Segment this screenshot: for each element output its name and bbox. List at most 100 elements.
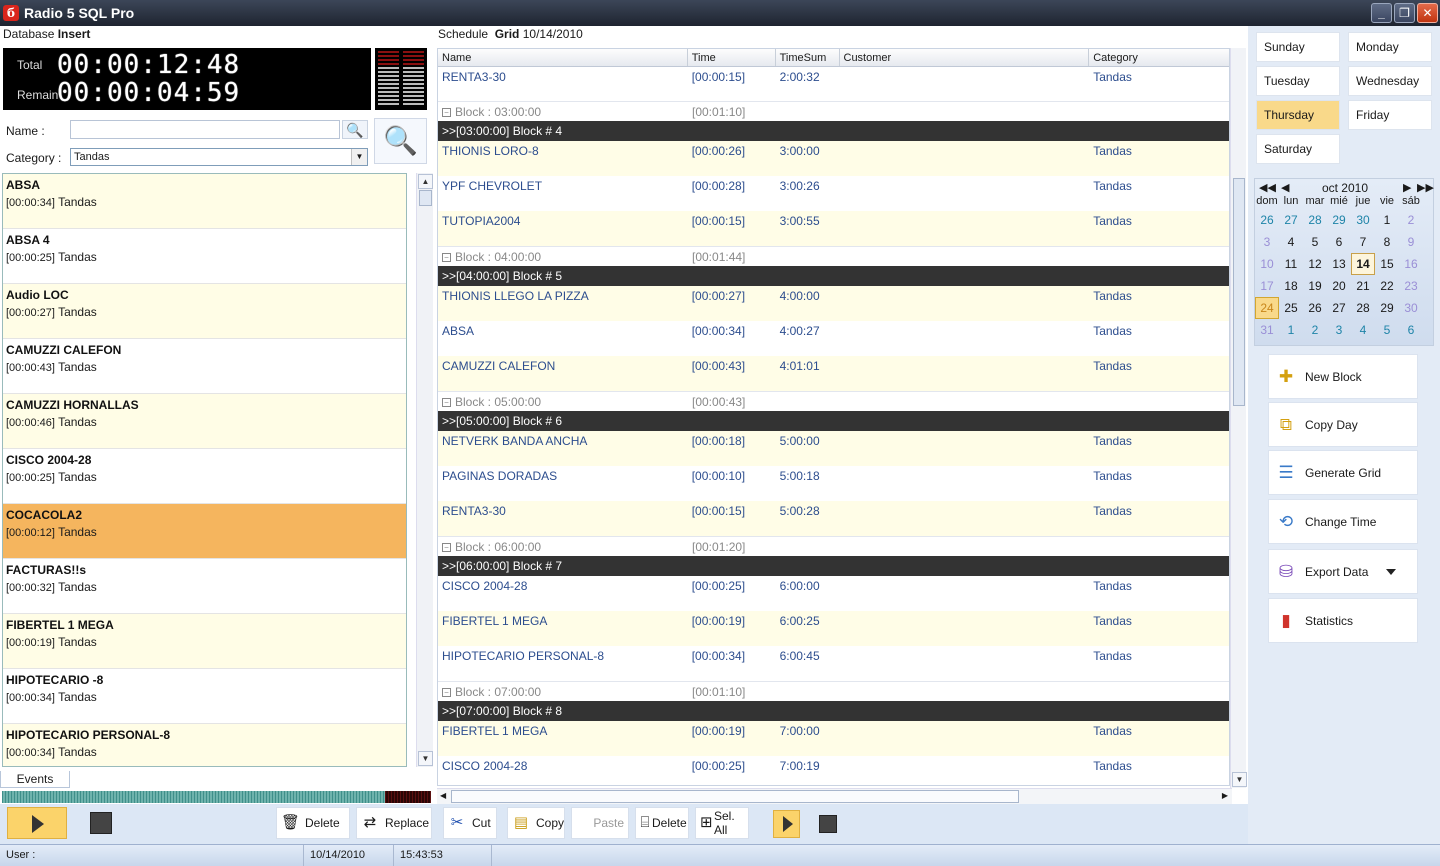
day-tuesday[interactable]: Tuesday	[1256, 66, 1340, 96]
calendar-day[interactable]: 30	[1351, 209, 1375, 231]
col-header-customer[interactable]: Customer	[840, 49, 1090, 66]
calendar-day[interactable]: 12	[1303, 253, 1327, 275]
calendar-day[interactable]: 28	[1351, 297, 1375, 319]
calendar-day[interactable]: 6	[1399, 319, 1423, 341]
scroll-thumb[interactable]	[1233, 178, 1245, 406]
export-data-button[interactable]: ⛁ Export Data	[1268, 549, 1418, 594]
day-sunday[interactable]: Sunday	[1256, 32, 1340, 62]
collapse-icon[interactable]: −	[442, 688, 451, 698]
name-search-input[interactable]	[70, 120, 340, 139]
next-month-icon[interactable]: ▶	[1403, 181, 1411, 194]
day-thursday[interactable]: Thursday	[1256, 100, 1340, 130]
list-item[interactable]: FACTURAS!!s [00:00:32] Tandas	[3, 559, 406, 614]
calendar-day[interactable]: 26	[1303, 297, 1327, 319]
calendar-day[interactable]: 25	[1279, 297, 1303, 319]
calendar-day[interactable]: 29	[1375, 297, 1399, 319]
restore-button[interactable]: ❐	[1394, 3, 1415, 23]
calendar-day[interactable]: 3	[1327, 319, 1351, 341]
search-icon[interactable]: 🔍	[342, 120, 368, 139]
calendar-day[interactable]: 10	[1255, 253, 1279, 275]
scroll-down-icon[interactable]: ▼	[1232, 772, 1247, 787]
col-header-category[interactable]: Category	[1089, 49, 1229, 66]
col-header-time[interactable]: Time	[688, 49, 776, 66]
event-list-scrollbar[interactable]: ▲ ▼	[416, 173, 433, 767]
list-item[interactable]: ABSA 4 [00:00:25] Tandas	[3, 229, 406, 284]
calendar-day[interactable]: 30	[1399, 297, 1423, 319]
grid-vertical-scrollbar[interactable]: ▼	[1230, 48, 1247, 788]
select-all-button[interactable]: ⊞ Sel. All	[695, 807, 749, 839]
block-header[interactable]: >>[04:00:00] Block # 5	[438, 266, 1229, 286]
search-button[interactable]: 🔍	[374, 118, 427, 164]
calendar-day[interactable]: 22	[1375, 275, 1399, 297]
tab-events[interactable]: Events	[0, 771, 70, 788]
minimize-button[interactable]: _	[1371, 3, 1392, 23]
calendar-day[interactable]: 18	[1279, 275, 1303, 297]
calendar-day[interactable]: 2	[1399, 209, 1423, 231]
table-row[interactable]: RENTA3-30 [00:00:15] 2:00:32 Tandas	[438, 67, 1229, 101]
table-row[interactable]: YPF CHEVROLET [00:00:28] 3:00:26 Tandas	[438, 176, 1229, 211]
calendar-day[interactable]: 31	[1255, 319, 1279, 341]
day-wednesday[interactable]: Wednesday	[1348, 66, 1432, 96]
calendar-day[interactable]: 16	[1399, 253, 1423, 275]
stop-button[interactable]	[90, 812, 112, 834]
calendar-day[interactable]: 23	[1399, 275, 1423, 297]
generate-grid-button[interactable]: ☰ Generate Grid	[1268, 450, 1418, 495]
table-row[interactable]: PAGINAS DORADAS [00:00:10] 5:00:18 Tandas	[438, 466, 1229, 501]
calendar-day[interactable]: 9	[1399, 231, 1423, 253]
category-select[interactable]: Tandas ▼	[70, 148, 368, 166]
scroll-left-icon[interactable]: ◀	[440, 791, 446, 800]
collapse-icon[interactable]: −	[442, 543, 451, 553]
calendar-day[interactable]: 28	[1303, 209, 1327, 231]
calendar-day[interactable]: 19	[1303, 275, 1327, 297]
calendar-day[interactable]: 13	[1327, 253, 1351, 275]
table-row[interactable]: CISCO 2004-28 [00:00:25] 6:00:00 Tandas	[438, 576, 1229, 611]
table-row[interactable]: NETVERK BANDA ANCHA [00:00:18] 5:00:00 Tand…	[438, 431, 1229, 466]
copy-button[interactable]: ▤ Copy	[507, 807, 565, 839]
paste-button[interactable]: Paste	[571, 807, 629, 839]
table-row[interactable]: FIBERTEL 1 MEGA [00:00:19] 6:00:25 Tandas	[438, 611, 1229, 646]
list-item[interactable]: CAMUZZI HORNALLAS [00:00:46] Tandas	[3, 394, 406, 449]
calendar-day[interactable]: 17	[1255, 275, 1279, 297]
table-row[interactable]: FIBERTEL 1 MEGA [00:00:19] 7:00:00 Tandas	[438, 721, 1229, 756]
scroll-right-icon[interactable]: ▶	[1222, 791, 1228, 800]
list-item[interactable]: HIPOTECARIO -8 [00:00:34] Tandas	[3, 669, 406, 724]
play-button[interactable]	[773, 810, 800, 838]
play-button[interactable]	[7, 807, 67, 839]
day-saturday[interactable]: Saturday	[1256, 134, 1340, 164]
block-footer[interactable]: − Block : 03:00:00 [00:01:10]	[438, 101, 1229, 121]
calendar-day[interactable]: 26	[1255, 209, 1279, 231]
block-footer[interactable]: − Block : 07:00:00 [00:01:10]	[438, 681, 1229, 701]
calendar-day[interactable]: 2	[1303, 319, 1327, 341]
calendar-day[interactable]: 6	[1327, 231, 1351, 253]
table-row[interactable]: CISCO 2004-28 [00:00:25] 7:00:19 Tandas	[438, 756, 1229, 785]
table-row[interactable]: THIONIS LORO-8 [00:00:26] 3:00:00 Tandas	[438, 141, 1229, 176]
calendar-day[interactable]: 27	[1327, 297, 1351, 319]
list-item-selected[interactable]: COCACOLA2 [00:00:12] Tandas	[3, 504, 406, 559]
chevron-down-icon[interactable]	[1386, 568, 1397, 575]
calendar-day[interactable]: 5	[1375, 319, 1399, 341]
calendar-day-marked[interactable]: 24	[1255, 297, 1279, 319]
table-row[interactable]: TUTOPIA2004 [00:00:15] 3:00:55 Tandas	[438, 211, 1229, 246]
scroll-up-icon[interactable]: ▲	[418, 174, 433, 189]
block-header[interactable]: >>[05:00:00] Block # 6	[438, 411, 1229, 431]
calendar-day[interactable]: 3	[1255, 231, 1279, 253]
delete-item-button[interactable]: ⌸ Delete	[635, 807, 689, 839]
scroll-down-icon[interactable]: ▼	[418, 751, 433, 766]
table-row[interactable]: RENTA3-30 [00:00:15] 5:00:28 Tandas	[438, 501, 1229, 536]
delete-event-button[interactable]: 🗑 Delete	[276, 807, 350, 839]
calendar-day[interactable]: 21	[1351, 275, 1375, 297]
col-header-name[interactable]: Name	[438, 49, 688, 66]
new-block-button[interactable]: ✚ New Block	[1268, 354, 1418, 399]
calendar-day[interactable]: 20	[1327, 275, 1351, 297]
table-row[interactable]: ABSA [00:00:34] 4:00:27 Tandas	[438, 321, 1229, 356]
calendar-day[interactable]: 8	[1375, 231, 1399, 253]
statistics-button[interactable]: ▮ Statistics	[1268, 598, 1418, 643]
calendar-day[interactable]: 11	[1279, 253, 1303, 275]
calendar-day[interactable]: 4	[1279, 231, 1303, 253]
list-item[interactable]: CAMUZZI CALEFON [00:00:43] Tandas	[3, 339, 406, 394]
table-row[interactable]: THIONIS LLEGO LA PIZZA [00:00:27] 4:00:00 T…	[438, 286, 1229, 321]
cut-button[interactable]: ✂ Cut	[443, 807, 497, 839]
chevron-down-icon[interactable]: ▼	[351, 149, 367, 165]
day-friday[interactable]: Friday	[1348, 100, 1432, 130]
list-item[interactable]: CISCO 2004-28 [00:00:25] Tandas	[3, 449, 406, 504]
